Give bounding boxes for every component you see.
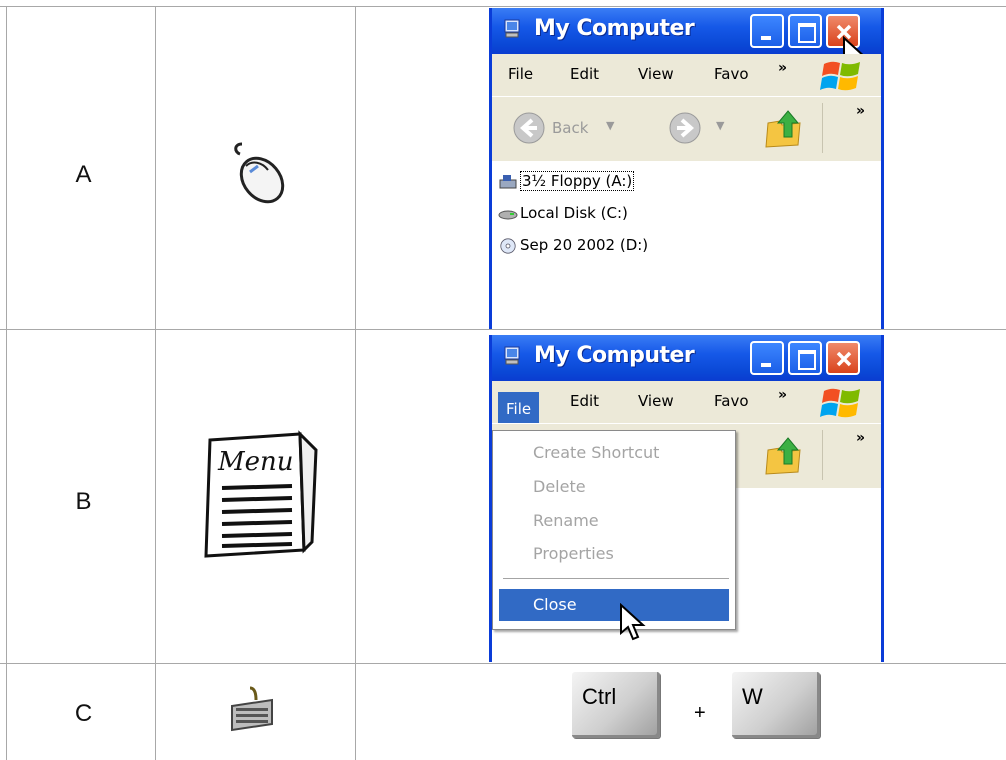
window-title-bar[interactable]: My Computer	[492, 335, 881, 381]
cd-drive-icon	[500, 237, 516, 254]
menu-item-close[interactable]: Close	[499, 589, 729, 621]
window-title-bar[interactable]: My Computer	[492, 8, 881, 74]
menu-favorites[interactable]: Favo	[714, 392, 749, 410]
menu-item-create-shortcut[interactable]: Create Shortcut	[533, 443, 659, 462]
menu-view[interactable]: View	[638, 65, 674, 83]
drive-label: Sep 20 2002 (D:)	[520, 236, 649, 254]
menu-bar: File Edit View Favo »	[492, 54, 881, 96]
menu-favorites[interactable]: Favo	[714, 65, 749, 83]
file-menu-dropdown: Create Shortcut Delete Rename Properties…	[492, 430, 736, 641]
table-divider-ab	[0, 329, 1006, 330]
minimize-icon	[761, 36, 771, 40]
toolbar-separator	[822, 430, 823, 480]
menu-item-close-label: Close	[533, 595, 577, 614]
forward-dropdown-icon: ▼	[716, 119, 725, 132]
w-key: W	[732, 672, 820, 738]
toolbar-separator	[822, 103, 823, 153]
plus-sign: +	[694, 702, 706, 724]
table-divider-bc	[0, 663, 1006, 664]
maximize-button[interactable]	[788, 14, 822, 48]
menu-item-rename[interactable]: Rename	[533, 511, 599, 530]
svg-text:Menu: Menu	[217, 447, 294, 477]
ctrl-key: Ctrl	[572, 672, 660, 738]
back-label: Back	[552, 119, 589, 137]
windows-logo-icon	[820, 388, 860, 418]
row-label-a: A	[75, 161, 92, 188]
close-window-button[interactable]	[826, 341, 860, 375]
back-arrow-icon	[513, 112, 545, 144]
menu-edit[interactable]: Edit	[570, 392, 599, 410]
menu-more-chevron[interactable]: »	[778, 387, 787, 403]
menu-card-icon: Menu	[204, 430, 318, 558]
window-title: My Computer	[534, 343, 695, 368]
drive-item-cd[interactable]: Sep 20 2002 (D:)	[498, 233, 648, 257]
w-key-label: W	[742, 684, 763, 709]
instruction-table: A B C Menu My Computer File Edit View Fa…	[0, 0, 1006, 760]
toolbar-more-chevron[interactable]: »	[856, 103, 865, 119]
up-folder-icon[interactable]	[764, 434, 804, 476]
mouse-cursor-icon	[620, 603, 646, 641]
maximize-icon	[798, 350, 816, 370]
drives-list: 3½ Floppy (A:) Local Disk (C:) Sep 20 20…	[492, 161, 881, 329]
menu-bar: File Edit View Favo »	[492, 381, 881, 426]
ctrl-key-label: Ctrl	[582, 684, 617, 709]
table-column-divider-2	[355, 6, 356, 760]
back-dropdown-icon: ▼	[606, 119, 615, 132]
drive-label: 3½ Floppy (A:)	[520, 171, 635, 191]
menu-file[interactable]: File	[508, 65, 533, 83]
floppy-drive-icon	[499, 174, 517, 188]
my-computer-window: My Computer File Edit View Favo » Back ▼…	[489, 8, 884, 329]
forward-button[interactable]: ▼	[668, 111, 738, 145]
forward-arrow-icon	[669, 112, 701, 144]
minimize-button[interactable]	[750, 14, 784, 48]
drive-item-floppy[interactable]: 3½ Floppy (A:)	[498, 169, 635, 193]
menu-separator	[503, 578, 729, 579]
mouse-icon	[234, 142, 285, 204]
table-border-top	[0, 6, 1006, 7]
menu-edit[interactable]: Edit	[570, 65, 599, 83]
table-border-left	[6, 6, 7, 760]
menu-file-open[interactable]: File	[498, 392, 540, 426]
windows-logo-icon	[820, 61, 860, 91]
menu-view[interactable]: View	[638, 392, 674, 410]
menu-item-properties[interactable]: Properties	[533, 544, 614, 563]
minimize-icon	[761, 363, 771, 367]
drive-item-local-disk[interactable]: Local Disk (C:)	[498, 201, 628, 225]
computer-icon	[504, 19, 520, 38]
standard-toolbar: Back ▼ ▼ »	[492, 96, 881, 161]
table-column-divider-1	[155, 6, 156, 760]
menu-item-delete[interactable]: Delete	[533, 477, 586, 496]
up-folder-icon[interactable]	[764, 107, 804, 149]
keyboard-icon	[231, 686, 273, 732]
maximize-icon	[798, 23, 816, 43]
window-title: My Computer	[534, 16, 695, 41]
back-button[interactable]: Back ▼	[512, 111, 652, 145]
row-label-b: B	[75, 488, 92, 515]
hard-disk-icon	[498, 210, 518, 219]
drive-label: Local Disk (C:)	[520, 204, 628, 222]
close-icon	[836, 351, 852, 367]
minimize-button[interactable]	[750, 341, 784, 375]
row-label-c: C	[74, 700, 93, 727]
computer-icon	[504, 346, 520, 365]
toolbar-more-chevron[interactable]: »	[856, 430, 865, 446]
maximize-button[interactable]	[788, 341, 822, 375]
menu-more-chevron[interactable]: »	[778, 60, 787, 76]
